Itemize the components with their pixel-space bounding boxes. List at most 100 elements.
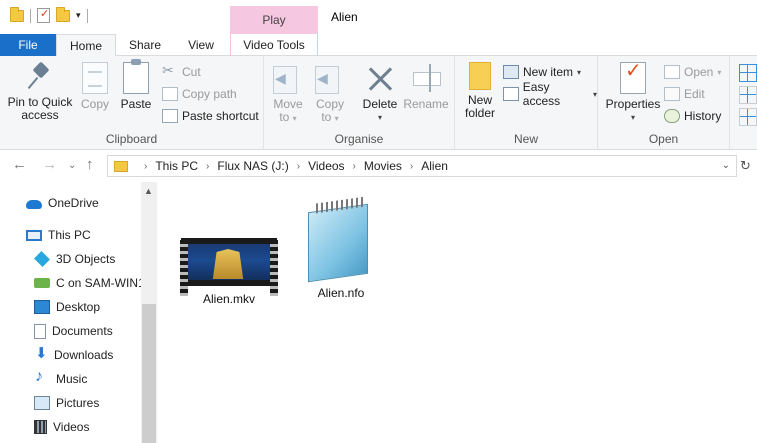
rename-button[interactable]: Rename	[402, 62, 450, 111]
nav-item-network-drive[interactable]: C on SAM-WIN1	[34, 272, 145, 294]
file-name: Alien.nfo	[317, 286, 365, 300]
customize-toolbar-dropdown-icon[interactable]: ▾	[76, 10, 81, 21]
address-dropdown-chevron-icon[interactable]: ⌄	[722, 160, 730, 171]
nav-item-desktop[interactable]: Desktop	[34, 296, 100, 318]
breadcrumb-root[interactable]: ›	[136, 161, 155, 172]
nav-item-documents[interactable]: Documents	[34, 320, 113, 342]
invert-selection-icon[interactable]	[739, 108, 757, 126]
paste-shortcut-button[interactable]: Paste shortcut	[162, 106, 259, 126]
breadcrumb-chevron-icon[interactable]: ›	[297, 161, 300, 172]
open-button[interactable]: Open ▾	[664, 62, 721, 82]
nav-pane-scrollbar[interactable]: ▲	[141, 182, 157, 443]
nav-item-music[interactable]: Music	[34, 368, 87, 390]
toolbar-divider	[86, 8, 88, 23]
delete-label: Delete	[362, 97, 398, 111]
breadcrumb-alien[interactable]: Alien	[421, 159, 448, 173]
delete-icon	[365, 62, 395, 94]
history-icon	[664, 109, 680, 123]
quick-access-toolbar: ▾	[10, 6, 88, 23]
new-item-button[interactable]: New item ▾	[503, 62, 581, 82]
scrollbar-thumb[interactable]	[142, 304, 156, 443]
easy-access-button[interactable]: Easy access ▾	[503, 80, 597, 108]
breadcrumb-chevron-icon[interactable]: ›	[144, 161, 147, 172]
breadcrumb-chevron-icon[interactable]: ›	[410, 161, 413, 172]
downloads-icon	[34, 344, 48, 362]
breadcrumb-movies[interactable]: Movies ›	[364, 159, 421, 173]
new-item-icon	[503, 65, 519, 79]
new-folder-label-2: folder	[464, 106, 496, 120]
delete-button[interactable]: Delete ▾	[360, 62, 400, 124]
nav-item-label: Videos	[53, 420, 90, 434]
copy-to-icon	[315, 62, 345, 94]
play-context-header: Play	[230, 6, 318, 34]
refresh-icon[interactable]: ↻	[740, 158, 751, 174]
properties-button[interactable]: Properties ▾	[604, 62, 662, 124]
new-folder-icon[interactable]	[56, 6, 70, 22]
forward-arrow-icon[interactable]: →	[42, 156, 57, 173]
nav-item-downloads[interactable]: Downloads	[34, 344, 113, 366]
cut-button[interactable]: Cut	[162, 62, 201, 82]
nav-item-3d-objects[interactable]: 3D Objects	[34, 248, 115, 270]
up-arrow-icon[interactable]: ↑	[86, 156, 94, 173]
recent-locations-chevron-icon[interactable]: ⌄	[68, 160, 76, 171]
tab-file[interactable]: File	[0, 34, 56, 56]
folder-icon	[10, 6, 24, 22]
move-to-button[interactable]: Move to ▾	[270, 62, 306, 125]
edit-label: Edit	[684, 87, 705, 101]
address-bar[interactable]: › This PC › Flux NAS (J:) › Videos › Movies…	[107, 155, 737, 177]
pin-to-quick-access-button[interactable]: Pin to Quick access	[6, 62, 74, 122]
tab-video-tools[interactable]: Video Tools	[230, 34, 318, 56]
clipboard-group: Pin to Quick access Copy Paste Cut Copy …	[0, 56, 264, 150]
network-drive-icon	[34, 278, 50, 288]
open-group-label: Open	[648, 132, 679, 146]
breadcrumb-chevron-icon[interactable]: ›	[353, 161, 356, 172]
select-all-icon[interactable]	[739, 64, 757, 82]
breadcrumb-videos[interactable]: Videos ›	[308, 159, 364, 173]
copy-label: Copy	[80, 97, 109, 111]
select-none-icon[interactable]	[739, 86, 757, 104]
nav-item-pictures[interactable]: Pictures	[34, 392, 99, 414]
pictures-icon	[34, 396, 50, 410]
tab-share[interactable]: Share	[118, 34, 172, 56]
copy-path-button[interactable]: Copy path	[162, 84, 237, 104]
nav-item-label: Desktop	[56, 300, 101, 314]
nav-item-this-pc[interactable]: This PC	[26, 224, 91, 246]
breadcrumb-flux-nas[interactable]: Flux NAS (J:) ›	[217, 159, 308, 173]
copy-button[interactable]: Copy	[78, 62, 112, 111]
scissors-icon	[162, 62, 178, 79]
copy-path-icon	[162, 87, 178, 101]
scroll-up-arrow-icon[interactable]: ▲	[144, 186, 153, 196]
file-item[interactable]: Alien.mkv	[179, 238, 279, 306]
breadcrumb-chevron-icon[interactable]: ›	[206, 161, 209, 172]
paste-icon	[123, 59, 149, 94]
copy-to-button[interactable]: Copy to ▾	[312, 62, 348, 125]
open-label: Open	[684, 65, 714, 79]
new-item-label: New item	[523, 65, 574, 79]
history-button[interactable]: History	[664, 106, 721, 126]
breadcrumb-label: Movies	[363, 159, 402, 173]
paste-button[interactable]: Paste	[118, 59, 154, 111]
back-arrow-icon[interactable]: ←	[12, 156, 27, 173]
nav-item-onedrive[interactable]: OneDrive	[26, 192, 99, 214]
file-item[interactable]: Alien.nfo	[289, 196, 393, 300]
breadcrumb-label: This PC	[155, 159, 199, 173]
open-group: Properties ▾ Open ▾ Edit History Open	[598, 56, 730, 150]
tab-view[interactable]: View	[176, 34, 226, 56]
select-group	[730, 56, 757, 150]
nav-item-label: Documents	[52, 324, 113, 338]
move-to-icon	[273, 62, 303, 94]
rename-label: Rename	[403, 97, 449, 111]
paste-shortcut-label: Paste shortcut	[182, 109, 259, 123]
tab-home[interactable]: Home	[56, 34, 116, 57]
copy-to-label-2: to	[321, 110, 332, 124]
nav-item-videos[interactable]: Videos	[34, 416, 89, 438]
properties-icon[interactable]	[37, 7, 50, 23]
edit-button[interactable]: Edit	[664, 84, 705, 104]
breadcrumb-this-pc[interactable]: This PC ›	[155, 159, 217, 173]
new-folder-button[interactable]: New folder	[461, 62, 499, 120]
chevron-down-icon: ▾	[377, 113, 382, 122]
videos-icon	[34, 420, 47, 434]
notepad-body	[308, 203, 368, 283]
desktop-icon	[34, 300, 50, 314]
video-thumbnail-icon	[180, 238, 278, 296]
